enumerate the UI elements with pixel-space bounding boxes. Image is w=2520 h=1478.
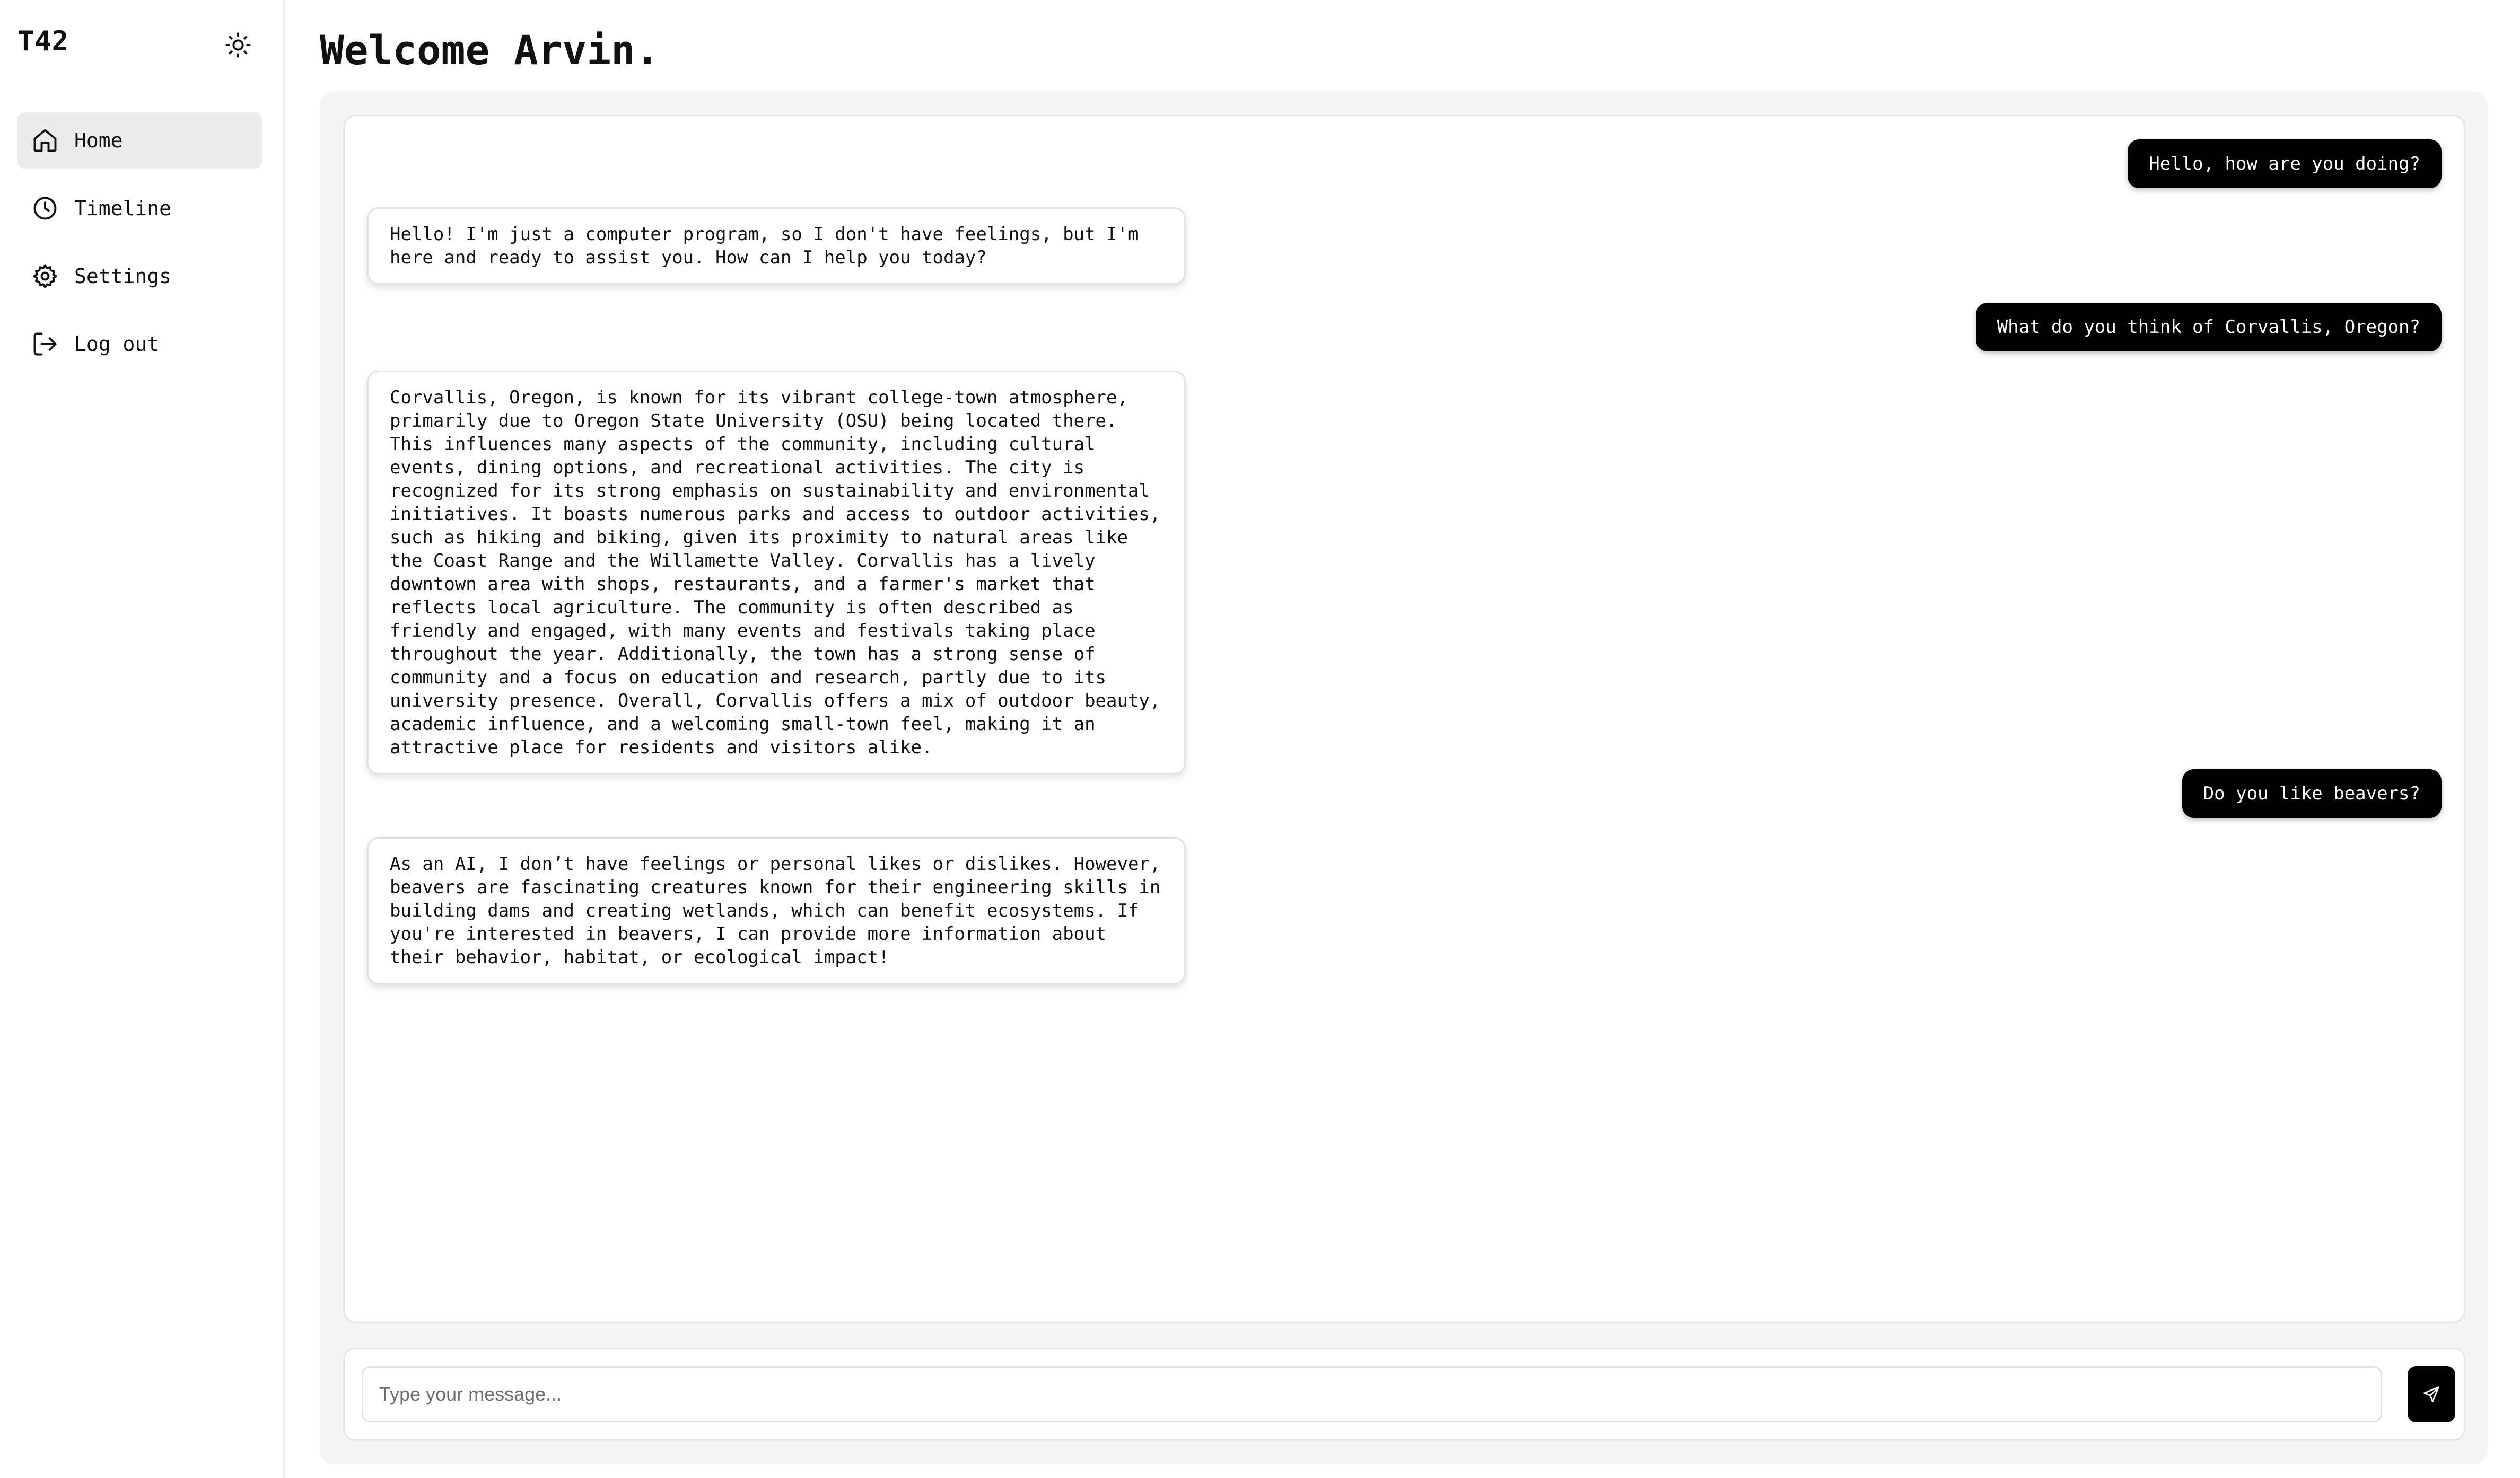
user-message: Hello, how are you doing? [2128, 139, 2442, 188]
message-composer [343, 1348, 2465, 1441]
sidebar-item-settings[interactable]: Settings [17, 248, 262, 304]
sidebar-item-label: Log out [74, 332, 160, 356]
sidebar-item-timeline[interactable]: Timeline [17, 180, 262, 236]
sidebar-item-label: Timeline [74, 197, 172, 220]
message-input[interactable] [362, 1366, 2382, 1422]
user-message: What do you think of Corvallis, Oregon? [1975, 303, 2442, 351]
chat-container: Hello, how are you doing? Hello! I'm jus… [320, 91, 2488, 1464]
sidebar-item-label: Settings [74, 265, 172, 288]
sidebar-item-label: Home [74, 129, 123, 152]
app-root: T42 Home Timeline Settings Log out Welco… [0, 0, 2520, 1478]
assistant-message: Hello! I'm just a computer program, so I… [367, 207, 1186, 285]
sidebar-nav: Home Timeline Settings Log out [17, 112, 262, 384]
home-icon [30, 125, 60, 156]
user-message: Do you like beavers? [2182, 769, 2442, 818]
gear-icon [30, 261, 60, 292]
sidebar-item-home[interactable]: Home [17, 112, 262, 169]
sidebar-item-logout[interactable]: Log out [17, 316, 262, 372]
brand-logo[interactable]: T42 [18, 25, 69, 57]
theme-toggle-button[interactable] [220, 27, 257, 64]
send-icon [2423, 1386, 2439, 1402]
main-content: Welcome Arvin. Hello, how are you doing?… [285, 0, 2520, 1478]
logout-icon [30, 329, 60, 359]
sun-icon [225, 32, 251, 58]
assistant-message: Corvallis, Oregon, is known for its vibr… [367, 371, 1186, 775]
sidebar: T42 Home Timeline Settings Log out [0, 0, 285, 1478]
send-button[interactable] [2408, 1366, 2455, 1422]
assistant-message: As an AI, I don’t have feelings or perso… [367, 837, 1186, 984]
chat-history[interactable]: Hello, how are you doing? Hello! I'm jus… [343, 115, 2465, 1323]
clock-icon [30, 193, 60, 224]
page-title: Welcome Arvin. [320, 27, 660, 74]
